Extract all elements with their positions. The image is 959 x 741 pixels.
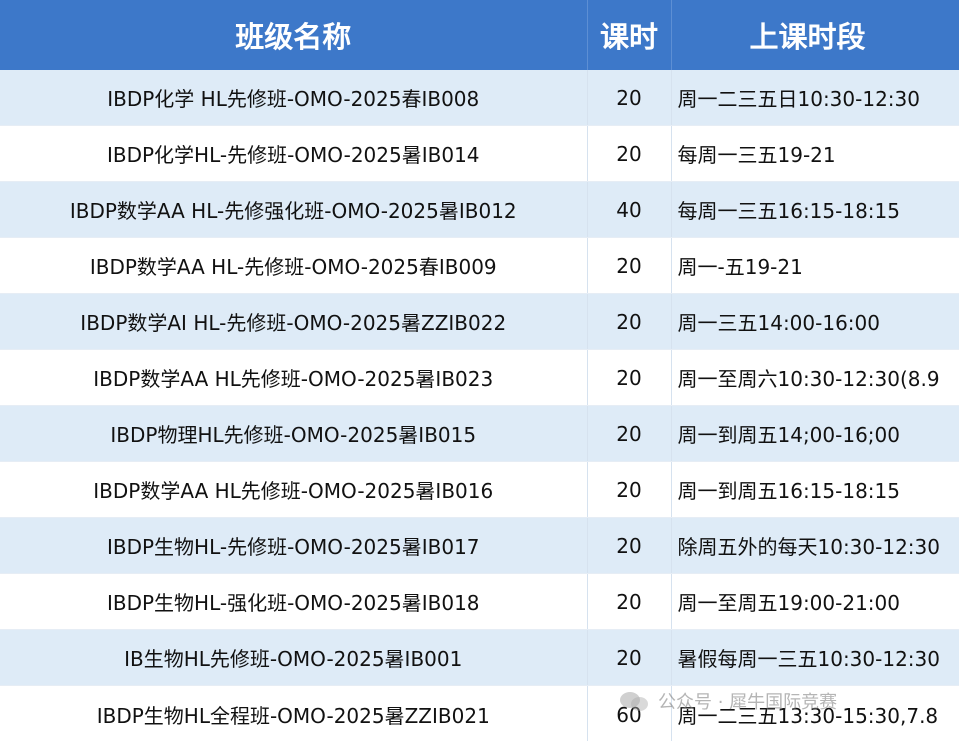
table-row: IBDP数学AA HL先修班-OMO-2025暑IB023 20 周一至周六10… bbox=[0, 349, 959, 406]
class-name-cell: IBDP生物HL-强化班-OMO-2025暑IB018 bbox=[0, 573, 588, 630]
hours-cell: 20 bbox=[587, 237, 672, 294]
schedule-cell: 周一到周五16:15-18:15 bbox=[671, 461, 959, 518]
class-name-cell: IBDP生物HL全程班-OMO-2025暑ZZIB021 bbox=[0, 685, 588, 741]
schedule-cell: 暑假每周一三五10:30-12:30 bbox=[671, 629, 959, 686]
schedule-cell: 除周五外的每天10:30-12:30 bbox=[671, 517, 959, 574]
table-row: IBDP数学AA HL先修班-OMO-2025暑IB016 20 周一到周五16… bbox=[0, 461, 959, 518]
hours-cell: 20 bbox=[587, 349, 672, 406]
hours-cell: 20 bbox=[587, 629, 672, 686]
table-row: IBDP物理HL先修班-OMO-2025暑IB015 20 周一到周五14;00… bbox=[0, 405, 959, 462]
hours-cell: 60 bbox=[587, 685, 672, 741]
table-row: IB生物HL先修班-OMO-2025暑IB001 20 暑假每周一三五10:30… bbox=[0, 629, 959, 686]
schedule-cell: 周一至周五19:00-21:00 bbox=[671, 573, 959, 630]
hours-cell: 20 bbox=[587, 573, 672, 630]
table-row: IBDP数学AA HL-先修班-OMO-2025春IB009 20 周一-五19… bbox=[0, 237, 959, 294]
hours-cell: 20 bbox=[587, 293, 672, 350]
class-name-cell: IBDP数学AI HL-先修班-OMO-2025暑ZZIB022 bbox=[0, 293, 588, 350]
course-table: 班级名称 课时 上课时段 IBDP化学 HL先修班-OMO-2025春IB008… bbox=[0, 0, 959, 741]
table-row: IBDP化学 HL先修班-OMO-2025春IB008 20 周一二三五日10:… bbox=[0, 70, 959, 126]
schedule-cell: 周一三五14:00-16:00 bbox=[671, 293, 959, 350]
header-hours: 课时 bbox=[587, 0, 672, 70]
class-name-cell: IBDP物理HL先修班-OMO-2025暑IB015 bbox=[0, 405, 588, 462]
schedule-cell: 周一到周五14;00-16;00 bbox=[671, 405, 959, 462]
schedule-cell: 周一二三五13:30-15:30,7.8 bbox=[671, 685, 959, 741]
class-name-cell: IBDP生物HL-先修班-OMO-2025暑IB017 bbox=[0, 517, 588, 574]
table-row: IBDP化学HL-先修班-OMO-2025暑IB014 20 每周一三五19-2… bbox=[0, 125, 959, 182]
header-row: 班级名称 课时 上课时段 bbox=[0, 0, 959, 70]
class-name-cell: IBDP化学 HL先修班-OMO-2025春IB008 bbox=[0, 70, 588, 126]
table-row: IBDP数学AI HL-先修班-OMO-2025暑ZZIB022 20 周一三五… bbox=[0, 293, 959, 350]
course-schedule-sheet: 班级名称 课时 上课时段 IBDP化学 HL先修班-OMO-2025春IB008… bbox=[0, 0, 959, 741]
table-row: IBDP数学AA HL-先修强化班-OMO-2025暑IB012 40 每周一三… bbox=[0, 181, 959, 238]
hours-cell: 20 bbox=[587, 405, 672, 462]
schedule-cell: 每周一三五19-21 bbox=[671, 125, 959, 182]
class-name-cell: IBDP数学AA HL先修班-OMO-2025暑IB023 bbox=[0, 349, 588, 406]
class-name-cell: IBDP数学AA HL-先修班-OMO-2025春IB009 bbox=[0, 237, 588, 294]
hours-cell: 20 bbox=[587, 125, 672, 182]
class-name-cell: IBDP数学AA HL-先修强化班-OMO-2025暑IB012 bbox=[0, 181, 588, 238]
class-name-cell: IBDP数学AA HL先修班-OMO-2025暑IB016 bbox=[0, 461, 588, 518]
class-name-cell: IBDP化学HL-先修班-OMO-2025暑IB014 bbox=[0, 125, 588, 182]
schedule-cell: 周一二三五日10:30-12:30 bbox=[671, 70, 959, 126]
schedule-cell: 周一至周六10:30-12:30(8.9 bbox=[671, 349, 959, 406]
hours-cell: 20 bbox=[587, 461, 672, 518]
hours-cell: 20 bbox=[587, 517, 672, 574]
header-class-name: 班级名称 bbox=[0, 0, 588, 70]
table-row: IBDP生物HL-先修班-OMO-2025暑IB017 20 除周五外的每天10… bbox=[0, 517, 959, 574]
header-schedule: 上课时段 bbox=[671, 0, 959, 70]
schedule-cell: 每周一三五16:15-18:15 bbox=[671, 181, 959, 238]
class-name-cell: IB生物HL先修班-OMO-2025暑IB001 bbox=[0, 629, 588, 686]
table-row: IBDP生物HL全程班-OMO-2025暑ZZIB021 60 周一二三五13:… bbox=[0, 685, 959, 741]
schedule-cell: 周一-五19-21 bbox=[671, 237, 959, 294]
hours-cell: 20 bbox=[587, 70, 672, 126]
table-row: IBDP生物HL-强化班-OMO-2025暑IB018 20 周一至周五19:0… bbox=[0, 573, 959, 630]
hours-cell: 40 bbox=[587, 181, 672, 238]
